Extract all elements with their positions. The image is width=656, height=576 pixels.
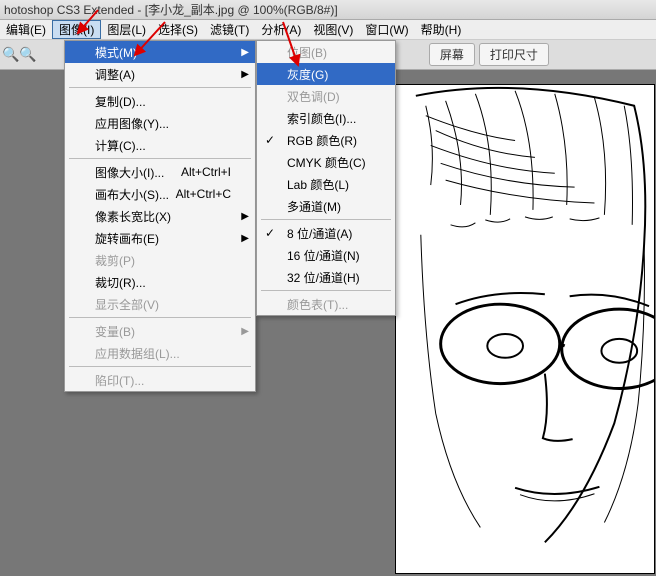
menu-item-data-sets: 应用数据组(L)... <box>65 342 255 364</box>
print-size-button[interactable]: 打印尺寸 <box>479 43 549 66</box>
menu-item-calculations[interactable]: 计算(C)... <box>65 134 255 156</box>
menu-item-adjustments[interactable]: 调整(A)▶ <box>65 63 255 85</box>
title-bar: hotoshop CS3 Extended - [李小龙_副本.jpg @ 10… <box>0 0 656 20</box>
menu-help[interactable]: 帮助(H) <box>415 20 468 39</box>
menu-item-canvas-size[interactable]: 画布大小(S)...Alt+Ctrl+C <box>65 183 255 205</box>
menu-analysis[interactable]: 分析(A) <box>255 20 307 39</box>
menu-view[interactable]: 视图(V) <box>307 20 359 39</box>
check-icon: ✓ <box>265 226 275 240</box>
menu-item-mode[interactable]: 模式(M)▶ <box>65 41 255 63</box>
menu-item-trim[interactable]: 裁切(R)... <box>65 271 255 293</box>
mode-item-lab[interactable]: Lab 颜色(L) <box>257 173 395 195</box>
menu-item-trap: 陷印(T)... <box>65 369 255 391</box>
mode-item-color-table: 颜色表(T)... <box>257 293 395 315</box>
menu-item-image-size[interactable]: 图像大小(I)...Alt+Ctrl+I <box>65 161 255 183</box>
mode-item-duotone: 双色调(D) <box>257 85 395 107</box>
menu-select[interactable]: 选择(S) <box>152 20 204 39</box>
menu-item-apply-image[interactable]: 应用图像(Y)... <box>65 112 255 134</box>
mode-item-rgb[interactable]: ✓RGB 颜色(R) <box>257 129 395 151</box>
screen-button[interactable]: 屏幕 <box>429 43 475 66</box>
menu-layer[interactable]: 图层(L) <box>101 20 152 39</box>
mode-item-16bit[interactable]: 16 位/通道(N) <box>257 244 395 266</box>
tool-icons: 🔍🔍 <box>2 46 37 63</box>
menu-item-crop: 裁剪(P) <box>65 249 255 271</box>
mode-submenu-dropdown: 位图(B) 灰度(G) 双色调(D) 索引颜色(I)... ✓RGB 颜色(R)… <box>256 40 396 316</box>
menu-item-variables: 变量(B)▶ <box>65 320 255 342</box>
mode-item-bitmap: 位图(B) <box>257 41 395 63</box>
menu-item-rotate-canvas[interactable]: 旋转画布(E)▶ <box>65 227 255 249</box>
menu-window[interactable]: 窗口(W) <box>359 20 414 39</box>
mode-item-indexed[interactable]: 索引颜色(I)... <box>257 107 395 129</box>
document-canvas[interactable] <box>395 84 655 574</box>
check-icon: ✓ <box>265 133 275 147</box>
mode-item-grayscale[interactable]: 灰度(G) <box>257 63 395 85</box>
menu-filter[interactable]: 滤镜(T) <box>204 20 255 39</box>
menu-item-duplicate[interactable]: 复制(D)... <box>65 90 255 112</box>
menu-bar: 编辑(E) 图像(I) 图层(L) 选择(S) 滤镜(T) 分析(A) 视图(V… <box>0 20 656 40</box>
mode-item-cmyk[interactable]: CMYK 颜色(C) <box>257 151 395 173</box>
mode-item-32bit[interactable]: 32 位/通道(H) <box>257 266 395 288</box>
menu-item-reveal-all: 显示全部(V) <box>65 293 255 315</box>
sketch-image <box>396 85 654 573</box>
menu-item-pixel-aspect[interactable]: 像素长宽比(X)▶ <box>65 205 255 227</box>
image-menu-dropdown: 模式(M)▶ 调整(A)▶ 复制(D)... 应用图像(Y)... 计算(C).… <box>64 40 256 392</box>
title-text: hotoshop CS3 Extended - [李小龙_副本.jpg @ 10… <box>4 3 338 17</box>
mode-item-8bit[interactable]: ✓8 位/通道(A) <box>257 222 395 244</box>
mode-item-multichannel[interactable]: 多通道(M) <box>257 195 395 217</box>
menu-edit[interactable]: 编辑(E) <box>0 20 52 39</box>
menu-image[interactable]: 图像(I) <box>52 20 101 39</box>
